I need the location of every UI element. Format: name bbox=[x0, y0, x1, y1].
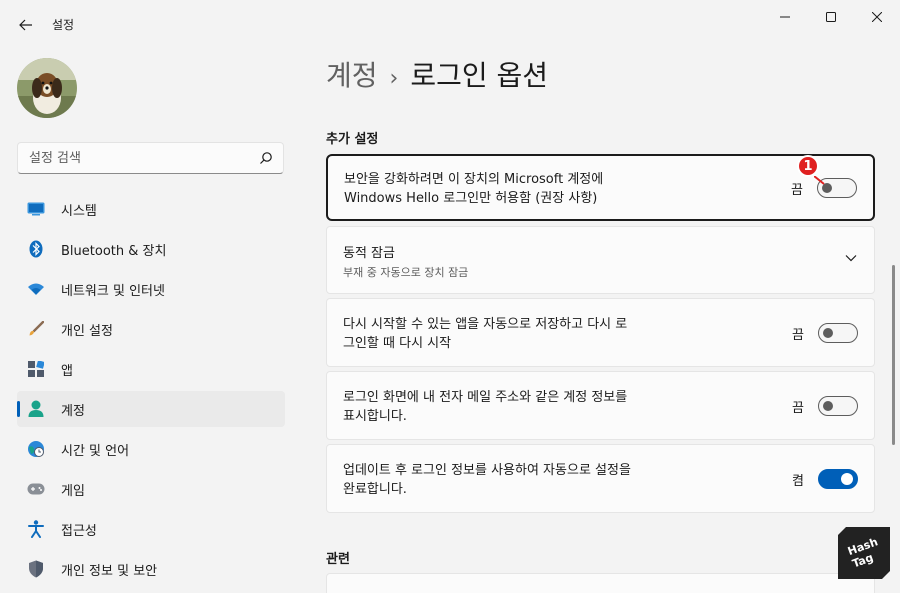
shield-icon bbox=[27, 560, 45, 578]
setting-subtitle: 부재 중 자동으로 장치 잠금 bbox=[343, 266, 469, 279]
setting-description: 업데이트 후 로그인 정보를 사용하여 자동으로 설정을 완료합니다. bbox=[343, 461, 713, 499]
window-controls bbox=[762, 0, 900, 34]
sidebar-item-personalization[interactable]: 개인 설정 bbox=[17, 311, 285, 347]
setting-description: 다시 시작할 수 있는 앱을 자동으로 저장하고 다시 로 그인할 때 다시 시… bbox=[343, 315, 713, 353]
system-icon bbox=[27, 200, 45, 218]
restart-apps-toggle[interactable] bbox=[818, 323, 858, 343]
setting-line-2: 표시합니다. bbox=[343, 409, 407, 424]
sidebar-item-label: 앱 bbox=[61, 363, 73, 379]
chevron-down-icon[interactable] bbox=[844, 251, 858, 265]
setting-line-1: 보안을 강화하려면 이 장치의 Microsoft 계정에 bbox=[344, 172, 604, 187]
gamepad-icon bbox=[27, 480, 45, 498]
bluetooth-icon bbox=[27, 240, 45, 258]
setting-line-1: 다시 시작할 수 있는 앱을 자동으로 저장하고 다시 로 bbox=[343, 317, 628, 332]
page-title: 로그인 옵션 bbox=[410, 59, 549, 92]
sidebar: 시스템 Bluetooth & 장치 네트워크 및 인터넷 개인 설정 앱 bbox=[0, 48, 300, 593]
sidebar-nav: 시스템 Bluetooth & 장치 네트워크 및 인터넷 개인 설정 앱 계정… bbox=[17, 191, 285, 591]
close-button[interactable] bbox=[854, 0, 900, 34]
sidebar-item-label: Bluetooth & 장치 bbox=[61, 243, 167, 259]
account-icon bbox=[27, 400, 45, 418]
toggle-group: 끔 bbox=[792, 396, 858, 416]
close-icon bbox=[872, 12, 882, 22]
section-title-additional-settings: 추가 설정 bbox=[326, 132, 379, 147]
setting-description: 보안을 강화하려면 이 장치의 Microsoft 계정에 Windows He… bbox=[344, 170, 714, 208]
sidebar-item-time-language[interactable]: 시간 및 언어 bbox=[17, 431, 285, 467]
setting-auto-finish-setup: 업데이트 후 로그인 정보를 사용하여 자동으로 설정을 완료합니다. 켬 bbox=[326, 444, 875, 513]
setting-line-2: Windows Hello 로그인만 허용함 (권장 사항) bbox=[344, 191, 598, 206]
sidebar-item-label: 네트워크 및 인터넷 bbox=[61, 283, 165, 299]
toggle-state-label: 끔 bbox=[792, 327, 804, 343]
sidebar-item-apps[interactable]: 앱 bbox=[17, 351, 285, 387]
sidebar-item-privacy-security[interactable]: 개인 정보 및 보안 bbox=[17, 551, 285, 587]
setting-dynamic-lock[interactable]: 동적 잠금 부재 중 자동으로 장치 잠금 bbox=[326, 226, 875, 294]
app-title: 설정 bbox=[52, 18, 75, 32]
toggle-state-label: 켬 bbox=[792, 473, 804, 489]
back-arrow-icon bbox=[19, 19, 32, 31]
search-input[interactable] bbox=[18, 143, 248, 173]
toggle-knob bbox=[841, 473, 853, 485]
maximize-icon bbox=[826, 12, 836, 22]
toggle-knob bbox=[823, 328, 833, 338]
hashtag-watermark-logo: Hash Tag bbox=[838, 527, 890, 579]
brush-icon bbox=[27, 320, 45, 338]
show-account-details-toggle[interactable] bbox=[818, 396, 858, 416]
sidebar-item-system[interactable]: 시스템 bbox=[17, 191, 285, 227]
setting-line-2: 그인할 때 다시 시작 bbox=[343, 336, 452, 351]
setting-line-2: 완료합니다. bbox=[343, 482, 407, 497]
accessibility-icon bbox=[27, 520, 45, 538]
minimize-button[interactable] bbox=[762, 0, 808, 34]
maximize-button[interactable] bbox=[808, 0, 854, 34]
setting-line-1: 업데이트 후 로그인 정보를 사용하여 자동으로 설정을 bbox=[343, 463, 631, 478]
annotation-arrow-icon bbox=[814, 176, 825, 185]
sidebar-item-gaming[interactable]: 게임 bbox=[17, 471, 285, 507]
setting-description: 동적 잠금 부재 중 자동으로 장치 잠금 bbox=[343, 244, 713, 282]
toggle-knob bbox=[823, 401, 833, 411]
setting-title: 동적 잠금 bbox=[343, 246, 395, 261]
setting-show-account-details: 로그인 화면에 내 전자 메일 주소와 같은 계정 정보를 표시합니다. 끔 bbox=[326, 371, 875, 440]
sidebar-item-network[interactable]: 네트워크 및 인터넷 bbox=[17, 271, 285, 307]
toggle-state-label: 끔 bbox=[791, 182, 803, 198]
toggle-state-label: 끔 bbox=[792, 400, 804, 416]
avatar[interactable] bbox=[17, 58, 77, 118]
breadcrumb-parent-link[interactable]: 계정 bbox=[326, 59, 378, 92]
sidebar-item-label: 개인 정보 및 보안 bbox=[61, 563, 158, 579]
dog-photo-icon bbox=[17, 58, 77, 118]
apps-icon bbox=[27, 360, 45, 378]
back-button[interactable] bbox=[12, 12, 40, 38]
sidebar-item-label: 계정 bbox=[61, 403, 85, 419]
related-card[interactable] bbox=[326, 573, 875, 593]
sidebar-item-label: 접근성 bbox=[61, 523, 97, 539]
setting-windows-hello-only: 보안을 강화하려면 이 장치의 Microsoft 계정에 Windows He… bbox=[326, 154, 875, 221]
section-title-related: 관련 bbox=[326, 552, 350, 567]
sidebar-item-label: 시간 및 언어 bbox=[61, 443, 130, 459]
search-box[interactable] bbox=[17, 142, 284, 174]
setting-restart-apps: 다시 시작할 수 있는 앱을 자동으로 저장하고 다시 로 그인할 때 다시 시… bbox=[326, 298, 875, 367]
sidebar-item-bluetooth[interactable]: Bluetooth & 장치 bbox=[17, 231, 285, 267]
breadcrumb: 계정 › 로그인 옵션 bbox=[326, 54, 548, 94]
sidebar-item-label: 개인 설정 bbox=[61, 323, 113, 339]
sidebar-item-label: 게임 bbox=[61, 483, 85, 499]
sidebar-item-accessibility[interactable]: 접근성 bbox=[17, 511, 285, 547]
setting-line-1: 로그인 화면에 내 전자 메일 주소와 같은 계정 정보를 bbox=[343, 390, 628, 405]
breadcrumb-separator: › bbox=[389, 66, 399, 91]
wifi-icon bbox=[27, 280, 45, 298]
sidebar-item-accounts[interactable]: 계정 bbox=[17, 391, 285, 427]
sidebar-item-label: 시스템 bbox=[61, 203, 97, 219]
minimize-icon bbox=[780, 16, 790, 18]
globe-clock-icon bbox=[27, 440, 45, 458]
scrollbar-thumb[interactable] bbox=[892, 265, 895, 445]
setting-description: 로그인 화면에 내 전자 메일 주소와 같은 계정 정보를 표시합니다. bbox=[343, 388, 713, 426]
title-bar: 설정 bbox=[0, 0, 900, 48]
annotation-badge: 1 bbox=[797, 155, 819, 177]
toggle-group: 끔 bbox=[792, 323, 858, 343]
toggle-group: 켬 bbox=[792, 469, 858, 489]
search-icon[interactable] bbox=[259, 151, 273, 165]
auto-finish-setup-toggle[interactable] bbox=[818, 469, 858, 489]
